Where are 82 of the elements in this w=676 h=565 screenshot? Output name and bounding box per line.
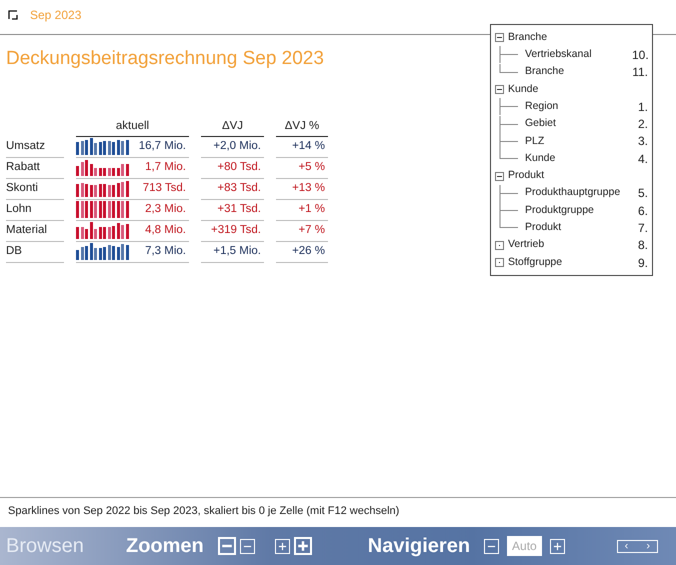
tree-item[interactable]: Produkt [525,220,632,236]
sparkline-drawing [76,201,128,218]
delta-cell: +83 Tsd. [201,178,264,200]
row-label: Rabatt [6,158,64,179]
delta-percent-cell: +1 % [276,200,328,221]
report-title: Deckungsbeitragsrechnung Sep 2023 [6,47,324,71]
plus-icon [296,540,309,552]
order-number: 7. [636,220,648,237]
sparkline-drawing [76,180,128,198]
collapse-icon[interactable] [495,172,504,181]
tree-connector-icon [499,98,519,116]
delta-cell: +319 Tsd. [201,220,264,242]
zoom-label: Zoomen [126,534,204,559]
tree-item[interactable]: Gebiet [525,116,632,132]
plus-icon [552,542,562,550]
expand-icon[interactable] [495,258,504,267]
tree-item[interactable]: Branche [525,64,632,80]
order-number: 9. [636,254,648,272]
tree-connector-icon [499,184,519,202]
column-header: ΔVJ % [276,118,328,137]
collapse-icon[interactable] [495,85,504,94]
navigate-label: Navigieren [368,534,470,559]
order-number: 10. [632,46,648,64]
sparkline-drawing [76,159,128,176]
order-number: 1. [636,98,648,116]
value-text: 7,3 Mio. [145,244,186,260]
order-number: 4. [636,150,648,168]
tree-item[interactable]: Kunde [525,150,632,167]
tree-item[interactable]: Stoffgruppe [508,254,632,270]
zoom-in-button[interactable] [274,538,290,554]
zoom-in-button[interactable] [294,537,312,555]
sparkline-drawing [76,243,128,260]
tree-connector-icon [499,116,519,133]
row-label: DB [6,242,64,263]
column-header: aktuell [76,118,189,137]
tree-item[interactable]: Produkt [508,168,648,184]
row-label: Material [6,220,64,242]
delta-percent-cell: +26 % [276,242,328,263]
value-text: 1,7 Mio. [145,160,186,176]
collapse-button[interactable] [484,538,500,554]
prev-button[interactable]: ‹ [620,540,632,552]
delta-percent-cell: +7 % [276,220,328,242]
value-text: 16,7 Mio. [138,139,186,154]
sparkline-drawing [76,222,128,240]
order-number: 2. [636,116,648,134]
period-label: Sep 2023 [30,7,82,24]
delta-cell: +2,0 Mio. [201,136,264,158]
tree-item[interactable]: Region [525,98,632,115]
tree-item[interactable]: Vertrieb [508,237,632,254]
delta-cell: +31 Tsd. [201,200,264,221]
plus-icon [278,542,287,550]
order-number: 11. [632,64,648,82]
tree-item[interactable]: Produkthauptgruppe [525,185,632,202]
collapse-icon[interactable] [495,33,504,42]
delta-percent-cell: +5 % [276,158,328,179]
delta-cell: +80 Tsd. [201,158,264,179]
tree-item[interactable]: Vertriebskanal [525,47,632,63]
column-header: ΔVJ [201,118,264,137]
order-number: 6. [636,202,648,220]
value-text: 4,8 Mio. [145,223,186,238]
order-number: 3. [636,133,648,150]
tree-item[interactable]: PLZ [525,134,632,150]
tree-item[interactable]: Produktgruppe [525,202,632,218]
delta-cell: +1,5 Mio. [201,242,264,263]
tree-item[interactable]: Kunde [508,82,648,98]
expand-icon[interactable] [495,240,504,250]
corner-icon[interactable] [8,10,18,20]
value-text: 2,3 Mio. [145,202,186,218]
order-number: 5. [636,185,648,202]
next-button[interactable]: › [642,540,654,552]
row-label: Umsatz [6,136,64,158]
tree-item[interactable]: Branche [508,30,648,46]
sparkline-drawing [76,138,128,156]
value-text: 713 Tsd. [142,181,186,196]
row-label: Skonti [6,178,64,200]
zoom-out-button[interactable] [240,538,255,554]
row-label: Lohn [6,200,64,221]
expand-button[interactable] [550,538,565,554]
order-number: 8. [636,237,648,254]
delta-percent-cell: +14 % [276,136,328,158]
zoom-out-button[interactable] [218,537,236,555]
delta-percent-cell: +13 % [276,178,328,200]
